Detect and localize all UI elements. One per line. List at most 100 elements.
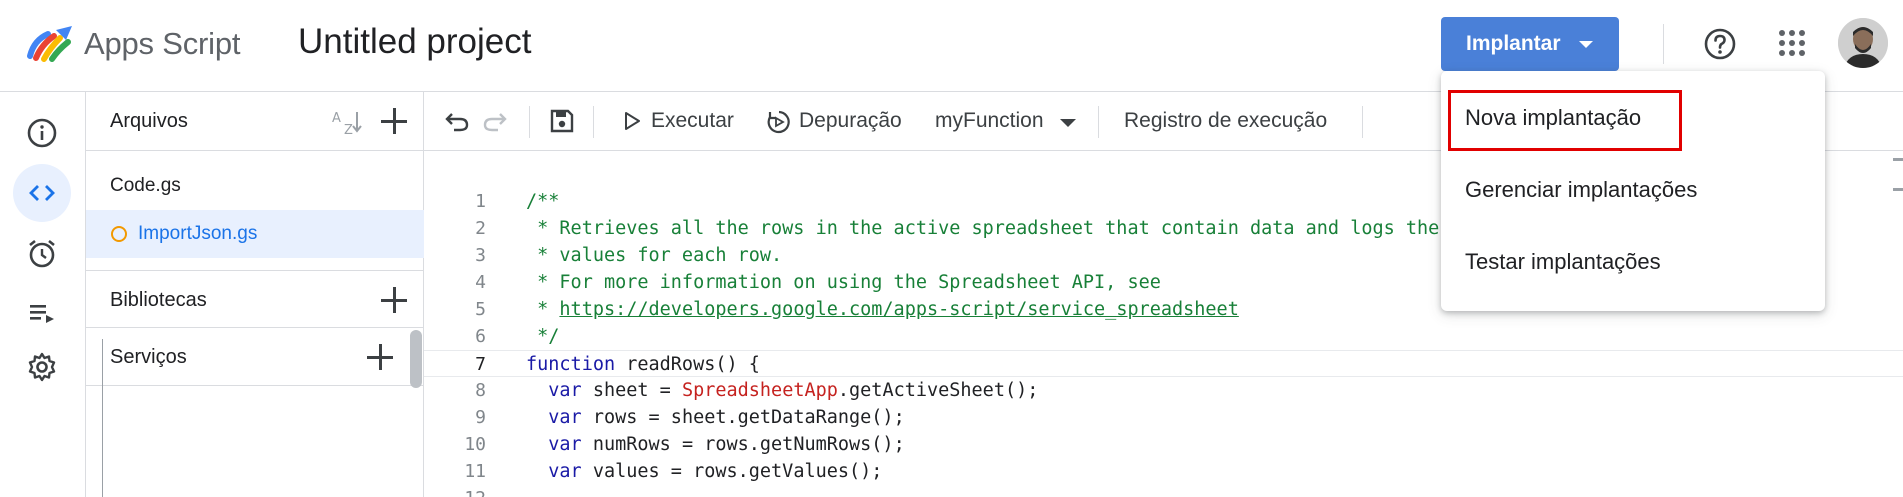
menu-item-manage-deployments[interactable]: Gerenciar implantações <box>1441 161 1825 221</box>
deploy-button-label: Implantar <box>1466 32 1561 55</box>
file-name: Code.gs <box>110 175 181 196</box>
divider <box>86 327 424 328</box>
chevron-down-icon <box>1579 41 1593 48</box>
toolbar-divider <box>593 106 594 138</box>
executions-list-icon <box>30 305 54 323</box>
code-line[interactable]: 10 var numRows = rows.getNumRows(); <box>424 431 1903 458</box>
line-number: 2 <box>475 218 486 239</box>
toolbar-divider <box>1098 106 1099 138</box>
code-token: function <box>526 354 616 375</box>
line-number: 1 <box>475 191 486 212</box>
apps-script-logo-icon <box>27 26 72 62</box>
code-token: var <box>548 380 582 401</box>
add-library-plus-icon[interactable] <box>381 287 407 313</box>
code-line[interactable]: 12 <box>424 485 1903 497</box>
line-code: /** <box>526 188 559 215</box>
files-panel: Arquivos A Z Code.gs ImportJson.gs Bibli… <box>86 92 424 497</box>
redo-icon[interactable] <box>482 108 508 134</box>
gear-icon <box>28 352 56 382</box>
rail-executions[interactable] <box>13 284 71 342</box>
rail-editor[interactable] <box>13 164 71 222</box>
code-token: * Retrieves all the rows in the active s… <box>526 218 1440 239</box>
account-avatar[interactable] <box>1838 18 1888 68</box>
code-icon <box>29 185 55 201</box>
rail-triggers[interactable] <box>13 224 71 282</box>
toolbar-divider <box>529 106 530 138</box>
deploy-button[interactable]: Implantar <box>1441 17 1619 71</box>
project-title[interactable]: Untitled project <box>298 22 531 62</box>
code-token: sheet = <box>581 380 682 401</box>
svg-text:Z: Z <box>344 123 353 138</box>
line-number: 11 <box>464 461 486 482</box>
overview-ruler-mark <box>1893 158 1903 161</box>
code-token: .getActiveSheet(); <box>837 380 1039 401</box>
menu-item-test-deployments[interactable]: Testar implantações <box>1441 233 1825 293</box>
line-number: 10 <box>464 434 486 455</box>
line-number: 6 <box>475 326 486 347</box>
avatar-image <box>1838 18 1888 68</box>
unsaved-dot-icon <box>111 226 127 242</box>
code-token: var <box>548 407 582 428</box>
file-item-importjson-gs[interactable]: ImportJson.gs <box>86 210 424 258</box>
play-icon <box>625 112 640 130</box>
code-token: var <box>548 461 582 482</box>
debug-label: Depuração <box>799 109 902 132</box>
info-icon <box>27 118 57 148</box>
line-code: function readRows() { <box>526 351 760 378</box>
rail-overview[interactable] <box>13 104 71 162</box>
function-select-value: myFunction <box>935 109 1044 132</box>
code-line[interactable]: 6 */ <box>424 323 1903 350</box>
code-token: readRows() { <box>615 354 760 375</box>
files-scrollbar-thumb[interactable] <box>410 330 422 388</box>
rail-settings[interactable] <box>13 338 71 396</box>
line-code: var values = rows.getValues(); <box>526 458 882 485</box>
line-code: * values for each row. <box>526 242 782 269</box>
files-title: Arquivos <box>110 110 188 132</box>
line-number: 4 <box>475 272 486 293</box>
overview-ruler-mark <box>1893 188 1903 191</box>
alarm-clock-icon <box>29 239 55 268</box>
code-link[interactable]: https://developers.google.com/apps-scrip… <box>559 299 1238 320</box>
line-number: 5 <box>475 299 486 320</box>
line-number: 8 <box>475 380 486 401</box>
highlight-box <box>1448 90 1682 151</box>
code-line[interactable]: 7 function readRows() { <box>424 350 1903 377</box>
product-name: Apps Script <box>84 26 241 61</box>
run-label: Executar <box>651 109 734 132</box>
code-line[interactable]: 9 var rows = sheet.getDataRange(); <box>424 404 1903 431</box>
line-code: * For more information on using the Spre… <box>526 269 1161 296</box>
line-code: var numRows = rows.getNumRows(); <box>526 431 904 458</box>
code-token: * For more information on using the Spre… <box>526 272 1161 293</box>
add-file-plus-icon[interactable] <box>381 108 407 134</box>
sort-az-icon[interactable]: A Z <box>330 106 364 138</box>
line-code: var rows = sheet.getDataRange(); <box>526 404 904 431</box>
code-token: /** <box>526 191 560 212</box>
line-code: var sheet = SpreadsheetApp.getActiveShee… <box>526 377 1038 404</box>
undo-icon[interactable] <box>444 108 470 134</box>
libraries-title: Bibliotecas <box>110 289 207 311</box>
save-icon[interactable] <box>549 108 575 134</box>
divider <box>86 270 424 271</box>
header-divider <box>1663 24 1664 64</box>
services-title: Serviços <box>110 346 187 368</box>
toolbar-divider <box>1362 106 1363 138</box>
file-item-code-gs[interactable]: Code.gs <box>86 162 424 210</box>
line-code: * https://developers.google.com/apps-scr… <box>526 296 1239 323</box>
menu-item-label: Gerenciar implantações <box>1465 177 1698 202</box>
left-nav-rail <box>0 92 86 497</box>
code-line[interactable]: 8 var sheet = SpreadsheetApp.getActiveSh… <box>424 377 1903 404</box>
google-apps-icon[interactable] <box>1778 29 1806 57</box>
execution-log-button[interactable]: Registro de execução <box>1124 109 1327 133</box>
code-token: values = rows.getValues(); <box>581 461 883 482</box>
line-number: 7 <box>475 354 486 375</box>
code-line[interactable]: 11 var values = rows.getValues(); <box>424 458 1903 485</box>
code-token: * values for each row. <box>526 245 783 266</box>
menu-item-label: Testar implantações <box>1465 249 1661 274</box>
help-icon[interactable] <box>1703 27 1737 61</box>
files-panel-header: Arquivos A Z <box>86 92 424 151</box>
add-service-plus-icon[interactable] <box>367 344 393 370</box>
code-token: var <box>548 434 582 455</box>
